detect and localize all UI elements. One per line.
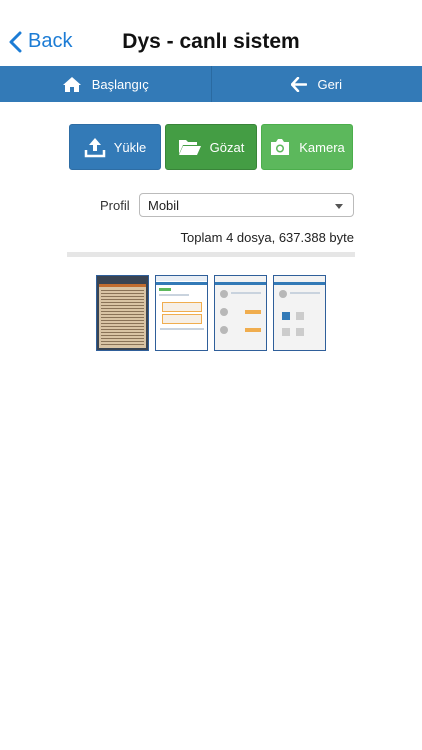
profile-select-value: Mobil [148,197,180,213]
camera-button[interactable]: Kamera [261,124,353,170]
profile-row: Profil Mobil [0,193,422,217]
menu-bar: Başlangıç Geri [0,66,422,102]
page-title: Dys - canlı sistem [122,30,300,53]
menu-item-back-label: Geri [317,76,343,92]
thumbnail-list [96,275,326,351]
folder-open-icon [178,140,201,155]
home-icon [62,76,81,92]
camera-icon [271,139,290,155]
file-thumbnail[interactable] [273,275,326,351]
browse-button[interactable]: Gözat [165,124,257,170]
arrow-left-icon [291,76,308,92]
upload-button[interactable]: Yükle [69,124,161,170]
action-buttons: Yükle Gözat Kamera [69,124,353,170]
profile-label: Profil [100,198,130,213]
upload-icon [84,138,105,158]
file-thumbnail[interactable] [214,275,267,351]
divider [67,252,355,257]
upload-button-label: Yükle [113,139,147,155]
file-summary: Toplam 4 dosya, 637.388 byte [180,230,354,245]
file-thumbnail[interactable] [96,275,149,351]
camera-button-label: Kamera [299,139,345,155]
browse-button-label: Gözat [209,139,245,155]
navigation-bar: Back Dys - canlı sistem [0,0,422,66]
menu-item-back[interactable]: Geri [212,66,422,102]
menu-item-home-label: Başlangıç [91,76,149,92]
caret-down-icon [335,204,343,209]
profile-select[interactable]: Mobil [139,193,354,217]
menu-item-home[interactable]: Başlangıç [0,66,212,102]
file-thumbnail[interactable] [155,275,208,351]
